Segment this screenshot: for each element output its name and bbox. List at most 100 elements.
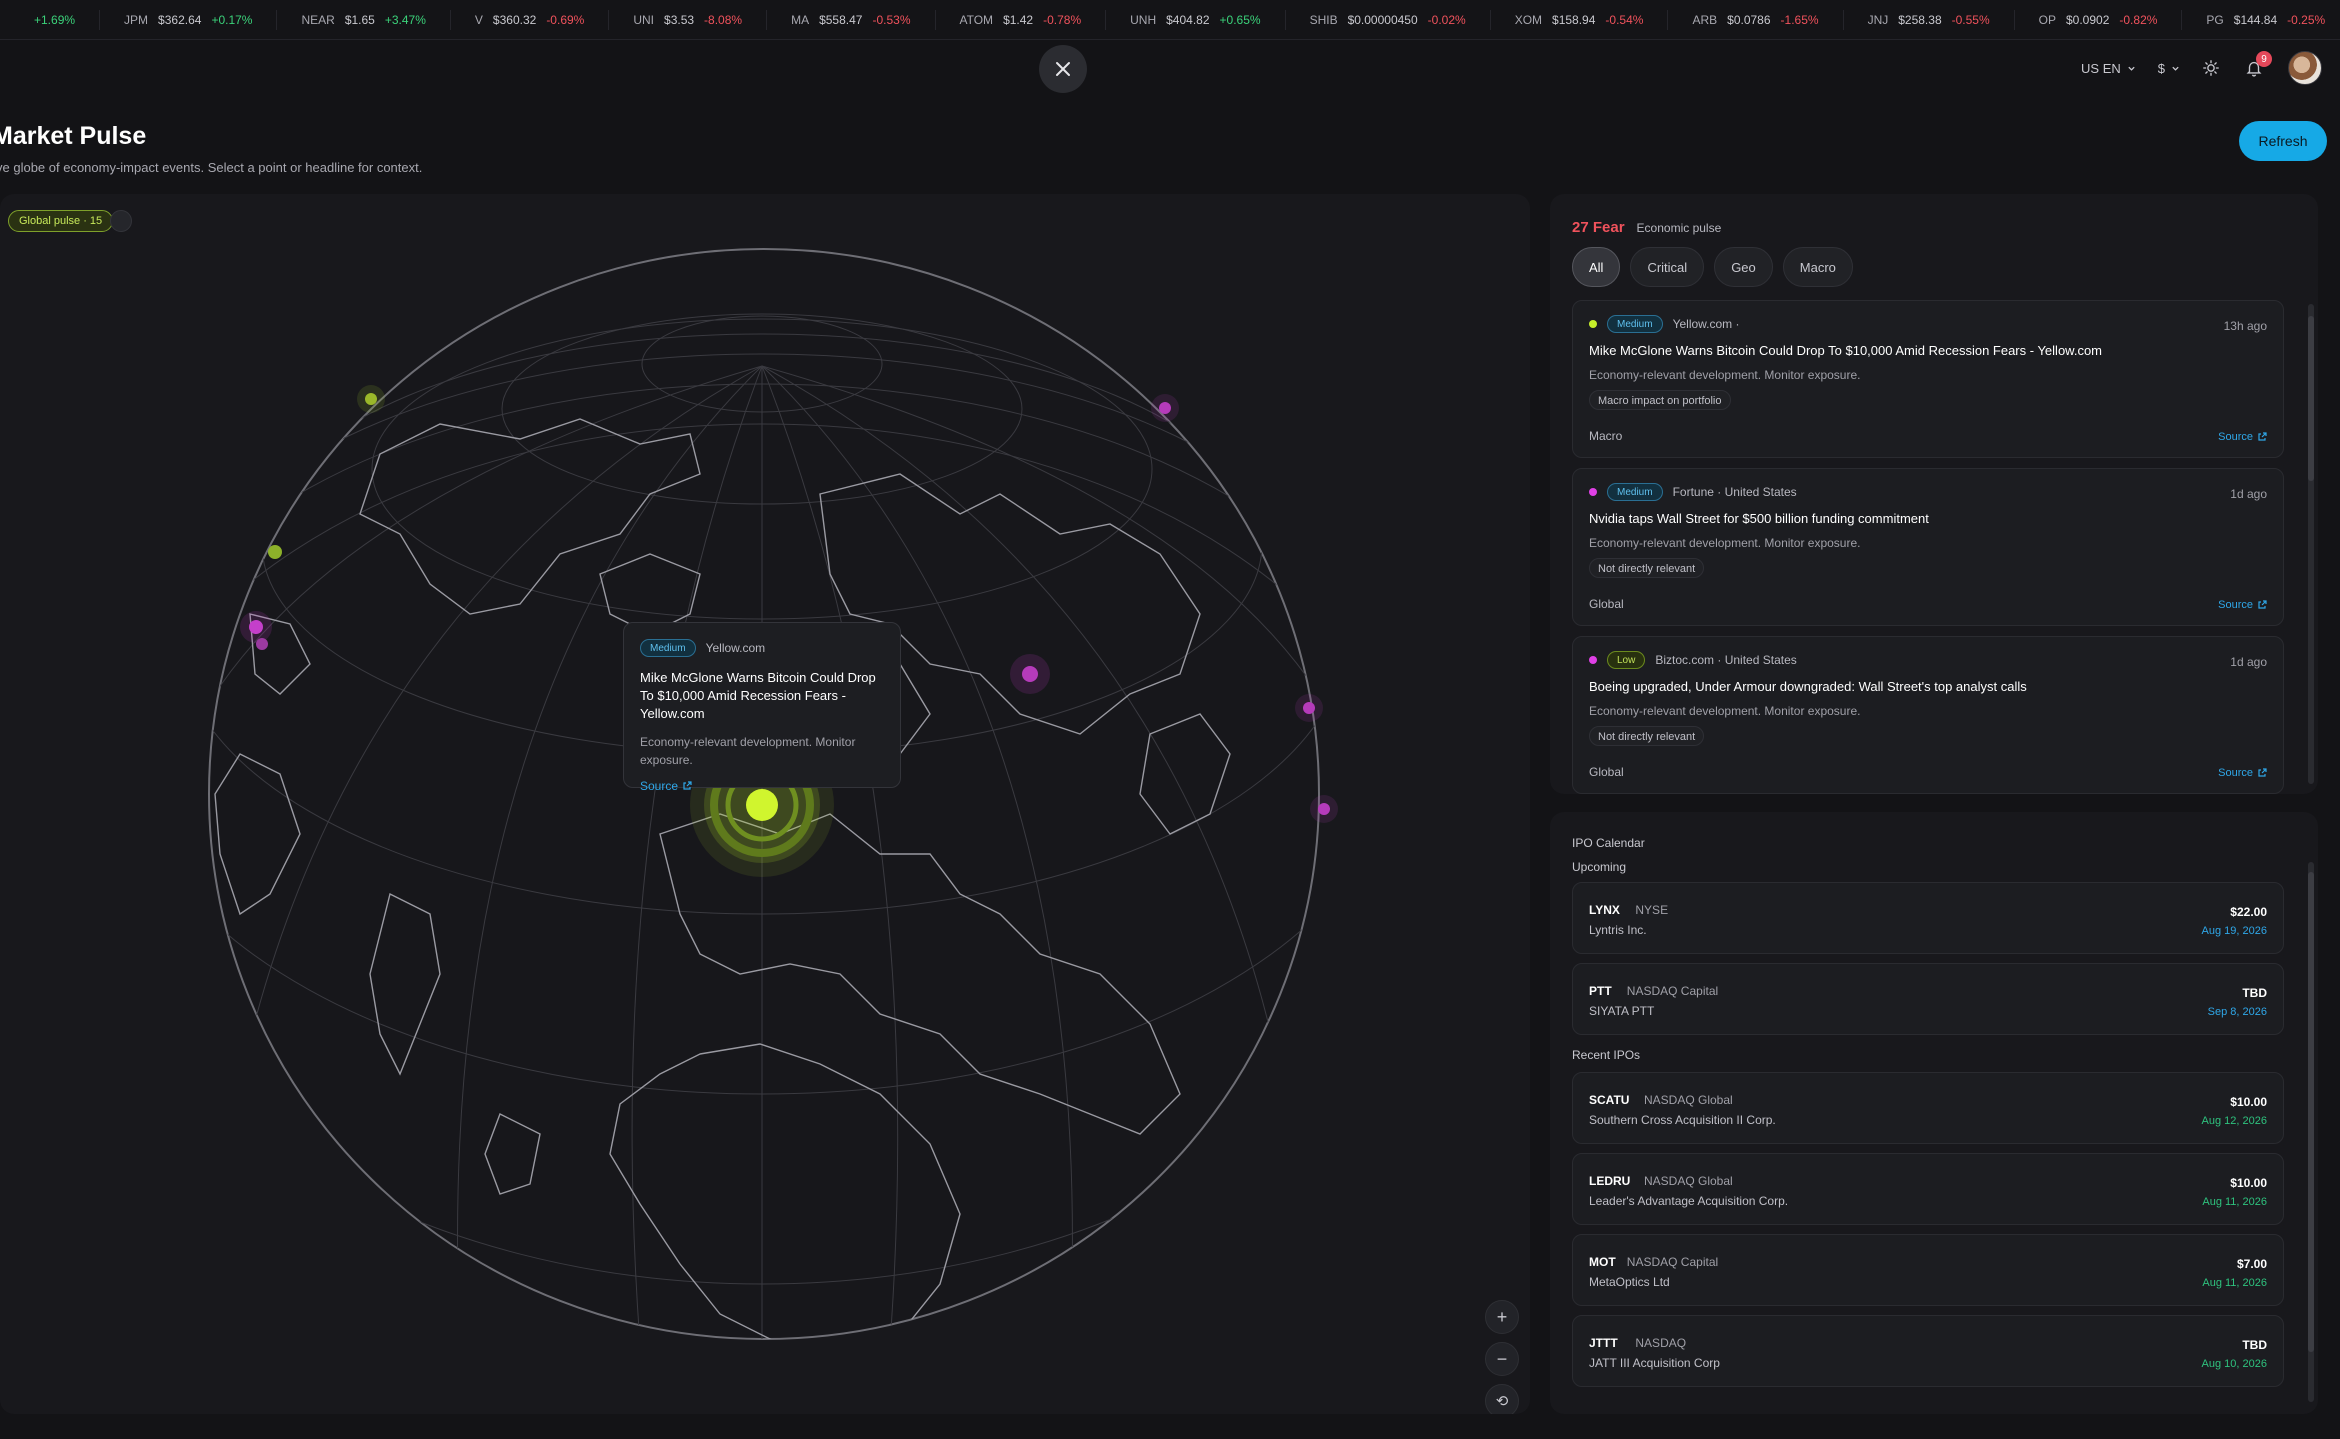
relevance-tag: Not directly relevant [1589, 558, 1705, 578]
ipo-card[interactable]: SCATU NASDAQ Global Southern Cross Acquisi… [1572, 1072, 2284, 1144]
ticker-item[interactable]: MA $558.47 -0.53% [767, 10, 936, 30]
ipo-price: $7.00 [2236, 1257, 2267, 1271]
zoom-out-button[interactable]: − [1485, 1342, 1519, 1376]
source-link-label: Source [2218, 431, 2253, 443]
zoom-in-button[interactable]: + [1485, 1300, 1519, 1334]
event-point-medium[interactable] [249, 620, 263, 634]
globe-canvas[interactable] [0, 194, 1530, 1414]
ticker-item[interactable]: OP $0.0902 -0.82% [2015, 10, 2183, 30]
news-title[interactable]: Mike McGlone Warns Bitcoin Could Drop To… [1589, 343, 2267, 358]
avatar[interactable] [2288, 51, 2322, 85]
severity-badge: Low [1607, 651, 1646, 669]
ticker-symbol: XOM [1514, 13, 1543, 27]
severity-badge: Medium [640, 639, 696, 657]
ipo-price: $10.00 [2230, 1095, 2267, 1109]
theme-toggle[interactable] [2202, 59, 2220, 77]
ticker-item[interactable]: UNH $404.82 +0.65% [1106, 10, 1286, 30]
ticker-change: -0.82% [2119, 13, 2158, 27]
filter-critical[interactable]: Critical [1630, 247, 1705, 287]
ticker-symbol: JNJ [1867, 13, 1889, 27]
news-title[interactable]: Boeing upgraded, Under Armour downgraded… [1589, 679, 2267, 694]
event-point-medium[interactable] [1159, 402, 1171, 414]
news-category: Global [1589, 597, 1624, 611]
news-source-link[interactable]: Source [2218, 431, 2267, 443]
event-point-medium[interactable] [1022, 666, 1038, 682]
pulse-toggle-button[interactable] [110, 210, 132, 232]
ticker-item[interactable]: V $360.32 -0.69% [451, 10, 610, 30]
news-scroll-thumb[interactable] [2308, 316, 2314, 481]
ipo-symbol: SCATU [1589, 1093, 1630, 1107]
ipo-date: Sep 8, 2026 [2207, 1006, 2267, 1018]
globe-panel: Global pulse · 15 Medium Yellow.com Mike… [0, 194, 1530, 1414]
notifications-button[interactable]: 9 [2242, 51, 2272, 80]
ticker-item[interactable]: PG $144.84 -0.25% [2182, 10, 2340, 30]
ticker-item[interactable]: SHIB $0.00000450 -0.02% [1286, 10, 1491, 30]
news-card[interactable]: Medium Fortune · United States 1d ago Nvidi… [1572, 468, 2284, 626]
ipo-exchange: NASDAQ Capital [1626, 984, 1719, 998]
ipo-card[interactable]: MOT NASDAQ Capital MetaOptics Ltd $7.00 Aug … [1572, 1234, 2284, 1306]
ipo-date: Aug 12, 2026 [2201, 1115, 2267, 1127]
external-link-icon [2258, 768, 2267, 777]
relevance-tag: Macro impact on portfolio [1589, 390, 1731, 410]
ticker-track: +1.69% JPM $362.64 +0.17% NEAR $1.65 +3.47% V $3… [0, 0, 2340, 39]
refresh-button[interactable]: Refresh [2239, 121, 2327, 161]
ticker-item[interactable]: NEAR $1.65 +3.47% [277, 10, 451, 30]
close-icon [1056, 62, 1070, 76]
topbar-actions: US EN $ 9 [2081, 50, 2322, 86]
ticker-item[interactable]: JPM $362.64 +0.17% [100, 10, 278, 30]
ticker-item[interactable]: +1.69% [0, 10, 101, 30]
ipo-symbol: LEDRU [1589, 1174, 1631, 1188]
ticker-item[interactable]: ARB $0.0786 -1.65% [1668, 10, 1844, 30]
price-ticker: +1.69% JPM $362.64 +0.17% NEAR $1.65 +3.47% V $3… [0, 0, 2340, 40]
event-point-medium[interactable] [256, 638, 268, 650]
filter-macro[interactable]: Macro [1782, 247, 1853, 287]
fear-value: 27 Fear [1572, 219, 1625, 236]
ipo-title: IPO Calendar [1572, 836, 1645, 850]
ticker-item[interactable]: JNJ $258.38 -0.55% [1844, 10, 2015, 30]
ticker-item[interactable]: XOM $158.94 -0.54% [1491, 10, 1669, 30]
event-point-medium[interactable] [1318, 803, 1330, 815]
event-point-low[interactable] [365, 393, 377, 405]
filter-all[interactable]: All [1572, 247, 1621, 287]
ipo-card[interactable]: LYNX NYSE Lyntris Inc. $22.00 Aug 19, 2026 [1572, 882, 2284, 954]
tooltip-source-link[interactable]: Source [640, 779, 692, 793]
ticker-price: $558.47 [819, 13, 863, 27]
ipo-exchange: NASDAQ [1635, 1336, 1687, 1350]
severity-dot [1589, 320, 1597, 328]
ipo-symbol: PTT [1589, 984, 1612, 998]
locale-select[interactable]: US EN [2081, 61, 2136, 76]
page-title: Market Pulse [0, 122, 147, 150]
news-source-link[interactable]: Source [2218, 599, 2267, 611]
ipo-exchange: NASDAQ Capital [1626, 1255, 1719, 1269]
news-card[interactable]: Medium Yellow.com · 13h ago Mike McGlone Wa… [1572, 300, 2284, 458]
ticker-price: $360.32 [492, 13, 537, 27]
news-card[interactable]: Low Biztoc.com · United States 1d ago Boein… [1572, 636, 2284, 794]
ipo-card[interactable]: PTT NASDAQ Capital SIYATA PTT TBD Sep 8, 202… [1572, 963, 2284, 1035]
ticker-price: $158.94 [1552, 13, 1596, 27]
news-source-link[interactable]: Source [2218, 767, 2267, 779]
ipo-card[interactable]: JTTT NASDAQ JATT III Acquisition Corp TBD Au… [1572, 1315, 2284, 1387]
ipo-company-name: SIYATA PTT [1589, 1004, 1655, 1018]
reset-view-button[interactable]: ⟲ [1485, 1384, 1519, 1414]
ticker-item[interactable]: UNI $3.53 -8.08% [609, 10, 768, 30]
ipo-scroll-thumb[interactable] [2308, 872, 2314, 1352]
currency-select[interactable]: $ [2158, 61, 2180, 76]
news-title[interactable]: Nvidia taps Wall Street for $500 billion… [1589, 511, 2267, 526]
event-point-low[interactable] [268, 545, 282, 559]
event-point-medium[interactable] [1303, 702, 1315, 714]
notification-count-badge: 9 [2256, 51, 2272, 67]
news-category: Global [1589, 765, 1624, 779]
ipo-date: Aug 11, 2026 [2202, 1277, 2267, 1289]
ticker-change: -8.08% [704, 13, 743, 27]
tooltip-source: Yellow.com [705, 641, 766, 655]
ticker-price: $3.53 [664, 13, 695, 27]
ticker-symbol: UNI [633, 13, 655, 27]
ticker-item[interactable]: ATOM $1.42 -0.78% [936, 10, 1107, 30]
news-description: Economy-relevant development. Monitor ex… [1589, 704, 1861, 718]
filter-geo[interactable]: Geo [1714, 247, 1773, 287]
ipo-card[interactable]: LEDRU NASDAQ Global Leader's Advantage Acq… [1572, 1153, 2284, 1225]
news-description: Economy-relevant development. Monitor ex… [1589, 368, 1861, 382]
ticker-change: +0.17% [211, 13, 253, 27]
event-tooltip: Medium Yellow.com Mike McGlone Warns Bit… [623, 622, 901, 793]
close-button[interactable] [1039, 45, 1087, 93]
